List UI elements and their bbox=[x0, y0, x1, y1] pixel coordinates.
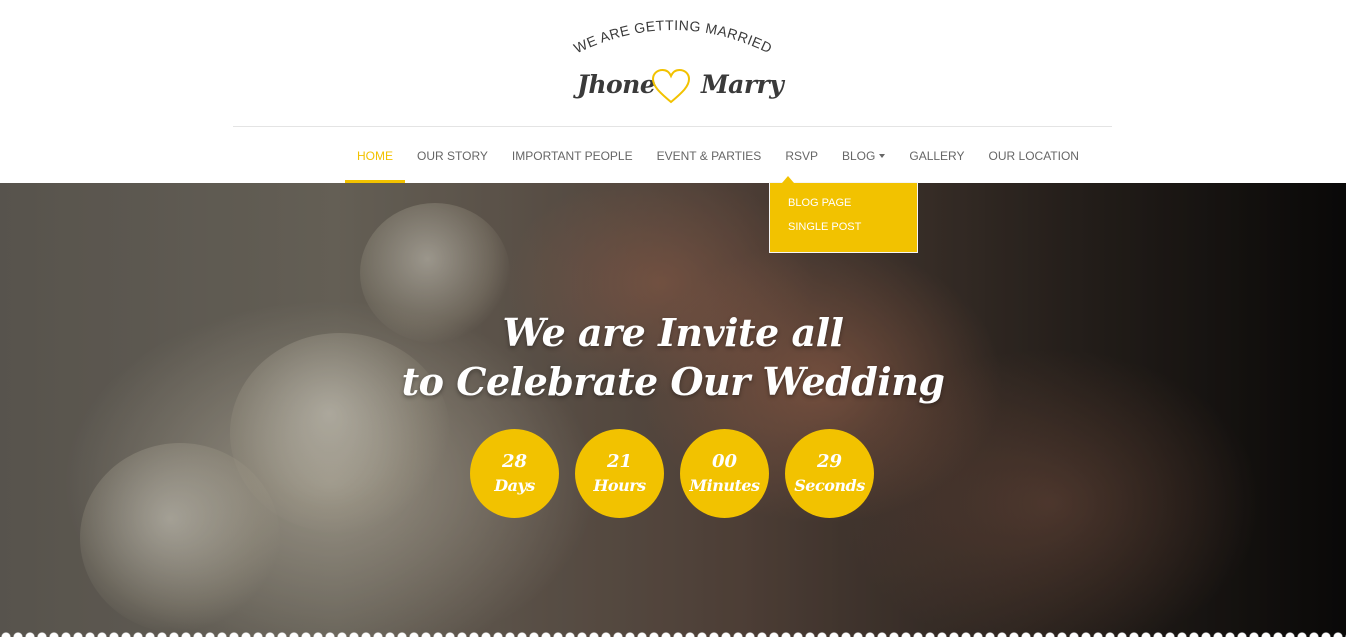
hero-overlay bbox=[0, 183, 1346, 637]
countdown-value: 29 bbox=[816, 450, 843, 472]
hero-banner: We are Invite all to Celebrate Our Weddi… bbox=[0, 183, 1346, 637]
logo[interactable]: Jhone Marry bbox=[560, 64, 786, 112]
caret-down-icon bbox=[879, 153, 886, 158]
dropdown-item-blog-page[interactable]: BLOG PAGE bbox=[770, 191, 917, 215]
hero-headline-line1: We are Invite all bbox=[502, 310, 844, 355]
countdown-timer: 28 Days 21 Hours 00 Minutes 29 Seconds bbox=[470, 429, 874, 518]
blog-dropdown-menu: BLOG PAGE SINGLE POST bbox=[769, 176, 918, 253]
countdown-days: 28 Days bbox=[470, 429, 559, 518]
dropdown-item-single-post[interactable]: SINGLE POST bbox=[770, 215, 917, 239]
nav-blog-label: BLOG bbox=[842, 148, 876, 163]
nav-our-location[interactable]: OUR LOCATION bbox=[977, 128, 1091, 183]
nav-blog[interactable]: BLOG bbox=[830, 128, 897, 183]
nav-gallery[interactable]: GALLERY bbox=[897, 128, 976, 183]
bride-name: Marry bbox=[701, 70, 784, 99]
countdown-label: Days bbox=[494, 475, 535, 495]
countdown-value: 00 bbox=[711, 450, 738, 472]
header-divider bbox=[233, 126, 1112, 127]
countdown-value: 28 bbox=[501, 450, 528, 472]
countdown-minutes: 00 Minutes bbox=[680, 429, 769, 518]
nav-rsvp[interactable]: RSVP bbox=[773, 128, 830, 183]
nav-home[interactable]: HOME bbox=[345, 128, 405, 183]
svg-text:WE ARE GETTING MARRIED: WE ARE GETTING MARRIED bbox=[571, 17, 775, 56]
nav-event-parties[interactable]: EVENT & PARTIES bbox=[645, 128, 774, 183]
main-nav: HOME OUR STORY IMPORTANT PEOPLE EVENT & … bbox=[345, 128, 1091, 183]
heart-outline-icon bbox=[651, 68, 691, 104]
countdown-label: Hours bbox=[593, 475, 646, 495]
countdown-label: Minutes bbox=[689, 475, 760, 495]
hero-headline-line2: to Celebrate Our Wedding bbox=[401, 359, 945, 404]
countdown-hours: 21 Hours bbox=[575, 429, 664, 518]
countdown-value: 21 bbox=[606, 450, 633, 472]
site-header: WE ARE GETTING MARRIED Jhone Marry HOME … bbox=[0, 0, 1346, 183]
countdown-label: Seconds bbox=[794, 475, 865, 495]
logo-tagline: WE ARE GETTING MARRIED bbox=[571, 17, 774, 56]
nav-important-people[interactable]: IMPORTANT PEOPLE bbox=[500, 128, 645, 183]
countdown-seconds: 29 Seconds bbox=[785, 429, 874, 518]
nav-our-story[interactable]: OUR STORY bbox=[405, 128, 500, 183]
logo-tagline-arc: WE ARE GETTING MARRIED bbox=[571, 17, 775, 56]
scalloped-edge bbox=[0, 631, 1346, 637]
groom-name: Jhone bbox=[577, 70, 656, 99]
